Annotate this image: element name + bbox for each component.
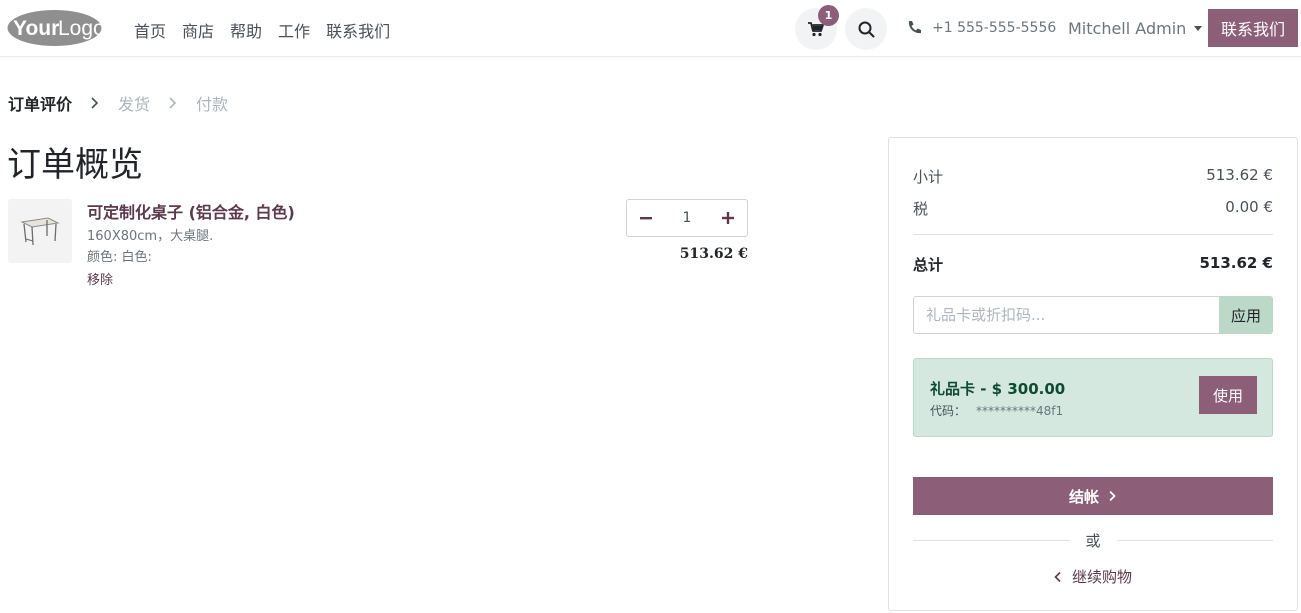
promo-code-form: 应用 bbox=[913, 296, 1273, 334]
continue-shopping-link[interactable]: 继续购物 bbox=[913, 566, 1273, 587]
minus-icon bbox=[640, 217, 652, 220]
checkout-steps: 订单评价 发货 付款 bbox=[8, 91, 228, 115]
chevron-right-icon bbox=[169, 97, 177, 109]
gift-card-panel: 礼品卡 - $ 300.00 代码： **********48f1 使用 bbox=[913, 358, 1273, 437]
promo-code-input[interactable] bbox=[913, 296, 1219, 334]
tax-label: 税 bbox=[913, 200, 929, 218]
plus-icon bbox=[722, 212, 734, 224]
step-review-order: 订单评价 bbox=[8, 95, 73, 114]
tax-value: 0.00 € bbox=[1225, 198, 1273, 216]
chevron-left-icon bbox=[1054, 571, 1061, 582]
checkout-button[interactable]: 结帐 bbox=[913, 477, 1273, 515]
or-separator: 或 bbox=[913, 530, 1274, 550]
svg-text:Your: Your bbox=[13, 17, 59, 40]
apply-promo-button[interactable]: 应用 bbox=[1219, 296, 1273, 334]
total-label: 总计 bbox=[913, 256, 944, 274]
search-icon bbox=[858, 21, 874, 37]
tax-row: 税 0.00 € bbox=[913, 198, 1273, 219]
nav-item-help[interactable]: 帮助 bbox=[230, 18, 262, 42]
site-logo[interactable]: Your Logo bbox=[7, 9, 105, 47]
quantity-input[interactable]: 1 bbox=[665, 210, 709, 226]
separator-line bbox=[1116, 539, 1274, 541]
product-image[interactable] bbox=[8, 199, 72, 263]
decrease-quantity-button[interactable] bbox=[627, 200, 665, 236]
increase-quantity-button[interactable] bbox=[709, 200, 747, 236]
user-name: Mitchell Admin bbox=[1068, 19, 1187, 38]
gift-code-label: 代码： bbox=[930, 404, 967, 418]
chevron-right-icon bbox=[91, 97, 99, 109]
search-button[interactable] bbox=[845, 8, 887, 50]
use-gift-card-button[interactable]: 使用 bbox=[1199, 376, 1257, 414]
chevron-down-icon bbox=[1194, 26, 1203, 31]
phone-number[interactable]: +1 555-555-5556 bbox=[932, 20, 1056, 36]
order-summary-card: 小计 513.62 € 税 0.00 € 总计 513.62 € 应用 礼品卡 … bbox=[888, 137, 1298, 611]
chevron-right-icon bbox=[1109, 490, 1116, 502]
product-name[interactable]: 可定制化桌子 (铝合金, 白色) bbox=[87, 199, 295, 223]
quantity-stepper: 1 bbox=[626, 199, 748, 237]
top-navbar: Your Logo 首页 商店 帮助 工作 联系我们 1 +1 555-555-… bbox=[0, 0, 1301, 57]
summary-divider bbox=[913, 234, 1273, 235]
contact-us-button[interactable]: 联系我们 bbox=[1208, 9, 1298, 47]
step-payment: 付款 bbox=[196, 95, 229, 114]
phone-icon bbox=[908, 21, 921, 34]
total-row: 总计 513.62 € bbox=[913, 254, 1273, 275]
line-price: 513.62 € bbox=[679, 246, 748, 262]
main-nav: 首页 商店 帮助 工作 联系我们 bbox=[134, 18, 390, 42]
nav-item-home[interactable]: 首页 bbox=[134, 18, 166, 42]
cart-count-badge: 1 bbox=[818, 5, 839, 26]
product-attribute: 颜色: 白色: bbox=[87, 250, 152, 265]
gift-card-code: 代码： **********48f1 bbox=[930, 402, 1063, 419]
remove-link[interactable]: 移除 bbox=[87, 269, 113, 288]
continue-shopping-label: 继续购物 bbox=[1071, 568, 1132, 586]
checkout-label: 结帐 bbox=[1068, 487, 1099, 506]
subtotal-label: 小计 bbox=[913, 168, 944, 186]
gift-card-title: 礼品卡 - $ 300.00 bbox=[930, 380, 1066, 398]
nav-item-jobs[interactable]: 工作 bbox=[278, 18, 310, 42]
subtotal-value: 513.62 € bbox=[1206, 166, 1273, 184]
step-shipping: 发货 bbox=[118, 95, 151, 114]
product-description: 160X80cm，大桌腿. bbox=[87, 229, 214, 244]
gift-code-value: **********48f1 bbox=[976, 404, 1064, 418]
total-value: 513.62 € bbox=[1199, 254, 1273, 272]
nav-item-contact[interactable]: 联系我们 bbox=[326, 18, 390, 42]
subtotal-row: 小计 513.62 € bbox=[913, 166, 1273, 187]
user-menu[interactable]: Mitchell Admin bbox=[1068, 19, 1203, 38]
separator-line bbox=[913, 539, 1070, 541]
svg-text:Logo: Logo bbox=[58, 17, 102, 40]
page-title: 订单概览 bbox=[7, 145, 143, 185]
or-text: 或 bbox=[1085, 531, 1101, 550]
nav-item-shop[interactable]: 商店 bbox=[182, 18, 214, 42]
